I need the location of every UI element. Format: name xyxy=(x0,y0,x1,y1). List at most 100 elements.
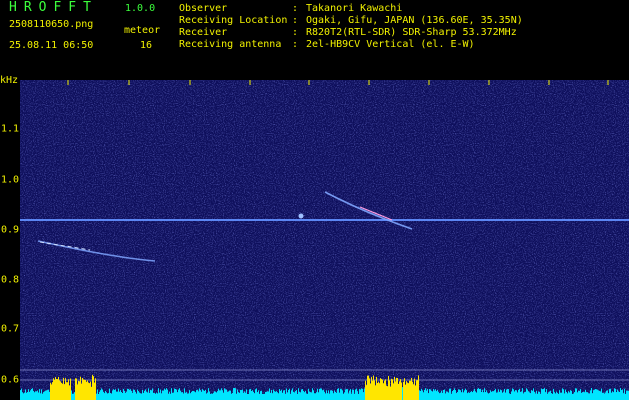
noise-bar-segment xyxy=(272,393,273,400)
noise-bar-segment xyxy=(263,393,264,400)
noise-bar-segment xyxy=(492,391,493,400)
noise-bar-segment xyxy=(574,392,575,400)
meteor-label: meteor xyxy=(124,25,161,36)
freq-tick-label: 0.9 xyxy=(1,224,20,236)
noise-bar-segment xyxy=(162,390,163,400)
noise-bar-segment xyxy=(296,390,297,400)
noise-bar-segment xyxy=(192,390,193,400)
noise-bar-segment xyxy=(507,389,508,400)
noise-bar-segment xyxy=(156,392,157,400)
noise-bar-segment xyxy=(438,391,439,400)
noise-bar-segment xyxy=(225,389,226,400)
noise-bar-segment xyxy=(385,379,386,400)
noise-bar-segment xyxy=(83,379,84,400)
noise-bar-segment xyxy=(607,390,608,400)
noise-bar-segment xyxy=(152,388,153,400)
noise-bar-segment xyxy=(235,388,236,400)
noise-bar-segment xyxy=(117,391,118,400)
noise-bar-segment xyxy=(616,392,617,400)
noise-bar-segment xyxy=(610,388,611,400)
noise-bar-segment xyxy=(201,391,202,400)
noise-bar-segment xyxy=(27,392,28,400)
noise-bar-segment xyxy=(283,390,284,400)
noise-bar-segment xyxy=(298,388,299,400)
noise-bar-segment xyxy=(362,388,363,400)
noise-bar-segment xyxy=(147,392,148,400)
noise-bar-segment xyxy=(150,390,151,400)
noise-bar-segment xyxy=(626,390,627,400)
noise-bar-segment xyxy=(268,391,269,400)
noise-bar-segment xyxy=(623,393,624,400)
noise-bar-segment xyxy=(127,388,128,400)
noise-bar-segment xyxy=(24,392,25,400)
noise-bar-segment xyxy=(121,391,122,400)
noise-bar-segment xyxy=(590,390,591,400)
noise-bar-segment xyxy=(369,378,370,400)
noise-bar-segment xyxy=(267,391,268,400)
noise-bar-segment xyxy=(291,390,292,400)
noise-bar-segment xyxy=(214,391,215,400)
noise-bar-segment xyxy=(42,393,43,400)
noise-bar-segment xyxy=(587,392,588,400)
noise-bar-segment xyxy=(617,389,618,400)
noise-bar-segment xyxy=(144,390,145,400)
noise-bar-segment xyxy=(105,390,106,400)
noise-bar-segment xyxy=(260,391,261,400)
noise-bar-segment xyxy=(406,381,407,400)
frequency-unit-label: kHz xyxy=(0,75,19,86)
noise-bar-segment xyxy=(126,391,127,400)
noise-bar-segment xyxy=(503,391,504,400)
noise-bar-segment xyxy=(65,378,66,400)
noise-bar-segment xyxy=(281,389,282,400)
noise-bar-segment xyxy=(572,393,573,400)
noise-bar-segment xyxy=(54,379,55,400)
noise-bar-segment xyxy=(270,392,271,400)
noise-bar-segment xyxy=(131,390,132,400)
noise-bar-segment xyxy=(274,391,275,400)
noise-bar-segment xyxy=(321,388,322,400)
noise-bar-segment xyxy=(38,392,39,400)
noise-bar-segment xyxy=(123,388,124,400)
noise-bar-segment xyxy=(213,392,214,400)
noise-bar-segment xyxy=(64,384,65,400)
date-time: 25.08.11 06:50 xyxy=(9,40,94,51)
noise-bar-segment xyxy=(400,379,401,400)
noise-bar-segment xyxy=(376,376,377,400)
noise-bar-segment xyxy=(521,391,522,400)
noise-bar-segment xyxy=(120,390,121,400)
noise-bar-segment xyxy=(625,393,626,400)
noise-bar-segment xyxy=(62,383,63,400)
noise-bar-segment xyxy=(35,391,36,400)
noise-bar-segment xyxy=(30,390,31,400)
noise-bar-segment xyxy=(446,391,447,400)
noise-bar-segment xyxy=(567,393,568,400)
noise-bar-segment xyxy=(454,388,455,400)
noise-bar-segment xyxy=(330,390,331,400)
noise-bar-segment xyxy=(416,380,417,400)
noise-bar-segment xyxy=(315,393,316,400)
noise-bar-segment xyxy=(130,389,131,400)
noise-bar-segment xyxy=(426,390,427,400)
noise-bar-segment xyxy=(414,378,415,400)
noise-bar-segment xyxy=(240,390,241,400)
noise-bar-segment xyxy=(465,388,466,400)
noise-bar-segment xyxy=(249,389,250,400)
noise-bar-segment xyxy=(39,389,40,400)
noise-bar-segment xyxy=(588,393,589,400)
noise-bar-segment xyxy=(459,389,460,400)
info-row-antenna: Receiving antenna:2el-HB9CV Vertical (el… xyxy=(179,39,475,50)
noise-bar-segment xyxy=(575,388,576,400)
noise-bar-segment xyxy=(66,382,67,400)
noise-bar-segment xyxy=(115,389,116,400)
noise-bar-segment xyxy=(584,392,585,400)
noise-bar-segment xyxy=(169,391,170,400)
noise-bar-segment xyxy=(44,391,45,400)
noise-bar-segment xyxy=(309,391,310,400)
noise-bar-segment xyxy=(176,389,177,400)
noise-bar-segment xyxy=(290,393,291,400)
noise-bar-segment xyxy=(60,381,61,400)
noise-bar-segment xyxy=(167,389,168,400)
noise-bar-segment xyxy=(254,393,255,400)
noise-bar-segment xyxy=(34,392,35,400)
noise-bar-segment xyxy=(409,380,410,400)
